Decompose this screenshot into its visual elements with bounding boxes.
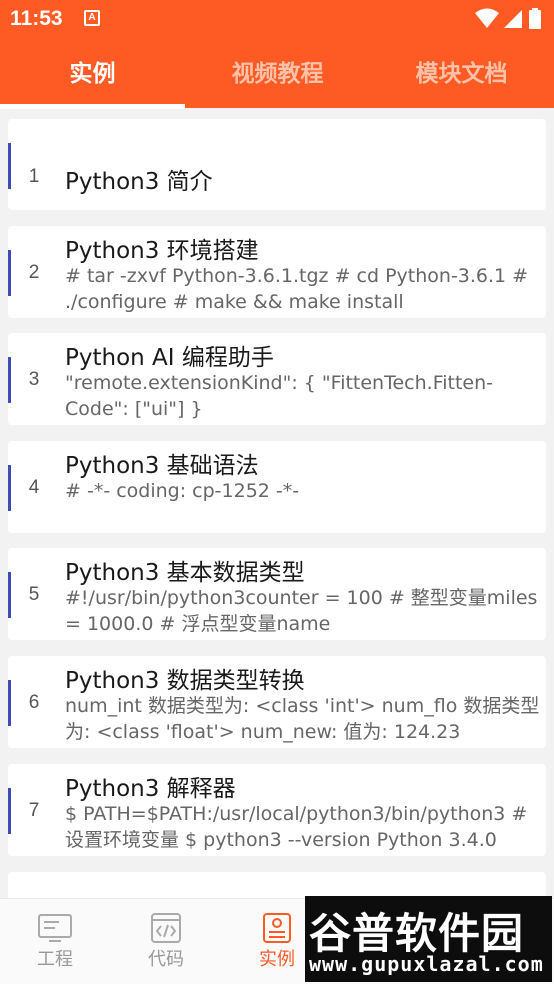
wifi-icon [475, 8, 499, 28]
list-item-description: $ PATH=$PATH:/usr/local/python3/bin/pyth… [65, 803, 528, 851]
list-item-number: 5 [28, 584, 40, 605]
nav-code-label: 代码 [148, 949, 184, 970]
list-item-description: # -*- coding: cp-1252 -*- [65, 480, 300, 502]
code-icon [151, 913, 181, 943]
list-item-number: 7 [28, 800, 40, 821]
list-item-title: Python AI 编程助手 [65, 345, 274, 371]
nav-code[interactable]: 代码 [111, 899, 221, 984]
list-item-title: Python3 数据类型转换 [65, 668, 305, 694]
list-item[interactable]: 7 Python3 解释器 $ PATH=$PATH:/usr/local/py… [8, 764, 546, 856]
list-item[interactable]: 2 Python3 环境搭建 # tar -zxvf Python-3.6.1.… [8, 226, 546, 318]
tab-video-tutorials[interactable]: 视频教程 [185, 38, 370, 108]
list-item[interactable]: 5 Python3 基本数据类型 #!/usr/bin/python3count… [8, 548, 546, 640]
list-item[interactable]: 3 Python AI 编程助手 "remote.extensionKind":… [8, 333, 546, 425]
list-item-number: 6 [28, 692, 40, 713]
list-item-description: # tar -zxvf Python-3.6.1.tgz # cd Python… [65, 265, 529, 313]
list-item-description: num_int 数据类型为: <class 'int'> num_flo 数据类… [65, 695, 540, 743]
watermark-url: www.gupuxlazal.com [309, 952, 544, 976]
nav-project[interactable]: 工程 [0, 899, 110, 984]
tab-module-docs[interactable]: 模块文档 [369, 38, 554, 108]
list-item-title: Python3 简介 [65, 169, 213, 195]
list-item-number: 2 [28, 262, 40, 283]
app-header: 11:53 A 实例 视频教程 模块文档 [0, 0, 554, 108]
signal-icon [504, 10, 522, 28]
list-item-title: Python3 环境搭建 [65, 238, 259, 264]
list-item-title: Python3 解释器 [65, 776, 236, 802]
project-icon [38, 914, 72, 942]
site-watermark: 谷普软件园 www.gupuxlazal.com [305, 896, 552, 982]
list-item-partial[interactable] [8, 872, 546, 898]
top-tabs: 实例 视频教程 模块文档 [0, 38, 554, 108]
examples-icon [263, 913, 291, 943]
nav-project-label: 工程 [37, 949, 73, 970]
list-item-title: Python3 基本数据类型 [65, 560, 305, 586]
status-bar: 11:53 A [0, 0, 554, 38]
list-item-title: Python3 基础语法 [65, 453, 259, 479]
list-item-description: #!/usr/bin/python3counter = 100 # 整型变量mi… [65, 587, 538, 635]
notification-app-icon: A [84, 10, 100, 26]
status-time: 11:53 [10, 7, 63, 30]
example-list[interactable]: 1 Python3 简介 2 Python3 环境搭建 # tar -zxvf … [0, 108, 554, 898]
list-item-description: "remote.extensionKind": { "FittenTech.Fi… [65, 372, 494, 420]
list-item[interactable]: 6 Python3 数据类型转换 num_int 数据类型为: <class '… [8, 656, 546, 748]
list-item[interactable]: 4 Python3 基础语法 # -*- coding: cp-1252 -*- [8, 441, 546, 533]
list-item-number: 3 [28, 369, 40, 390]
tab-examples[interactable]: 实例 [0, 38, 185, 108]
battery-icon [529, 8, 541, 29]
list-item[interactable]: 1 Python3 简介 [8, 119, 546, 210]
list-item-number: 1 [28, 166, 40, 187]
list-item-number: 4 [28, 477, 40, 498]
